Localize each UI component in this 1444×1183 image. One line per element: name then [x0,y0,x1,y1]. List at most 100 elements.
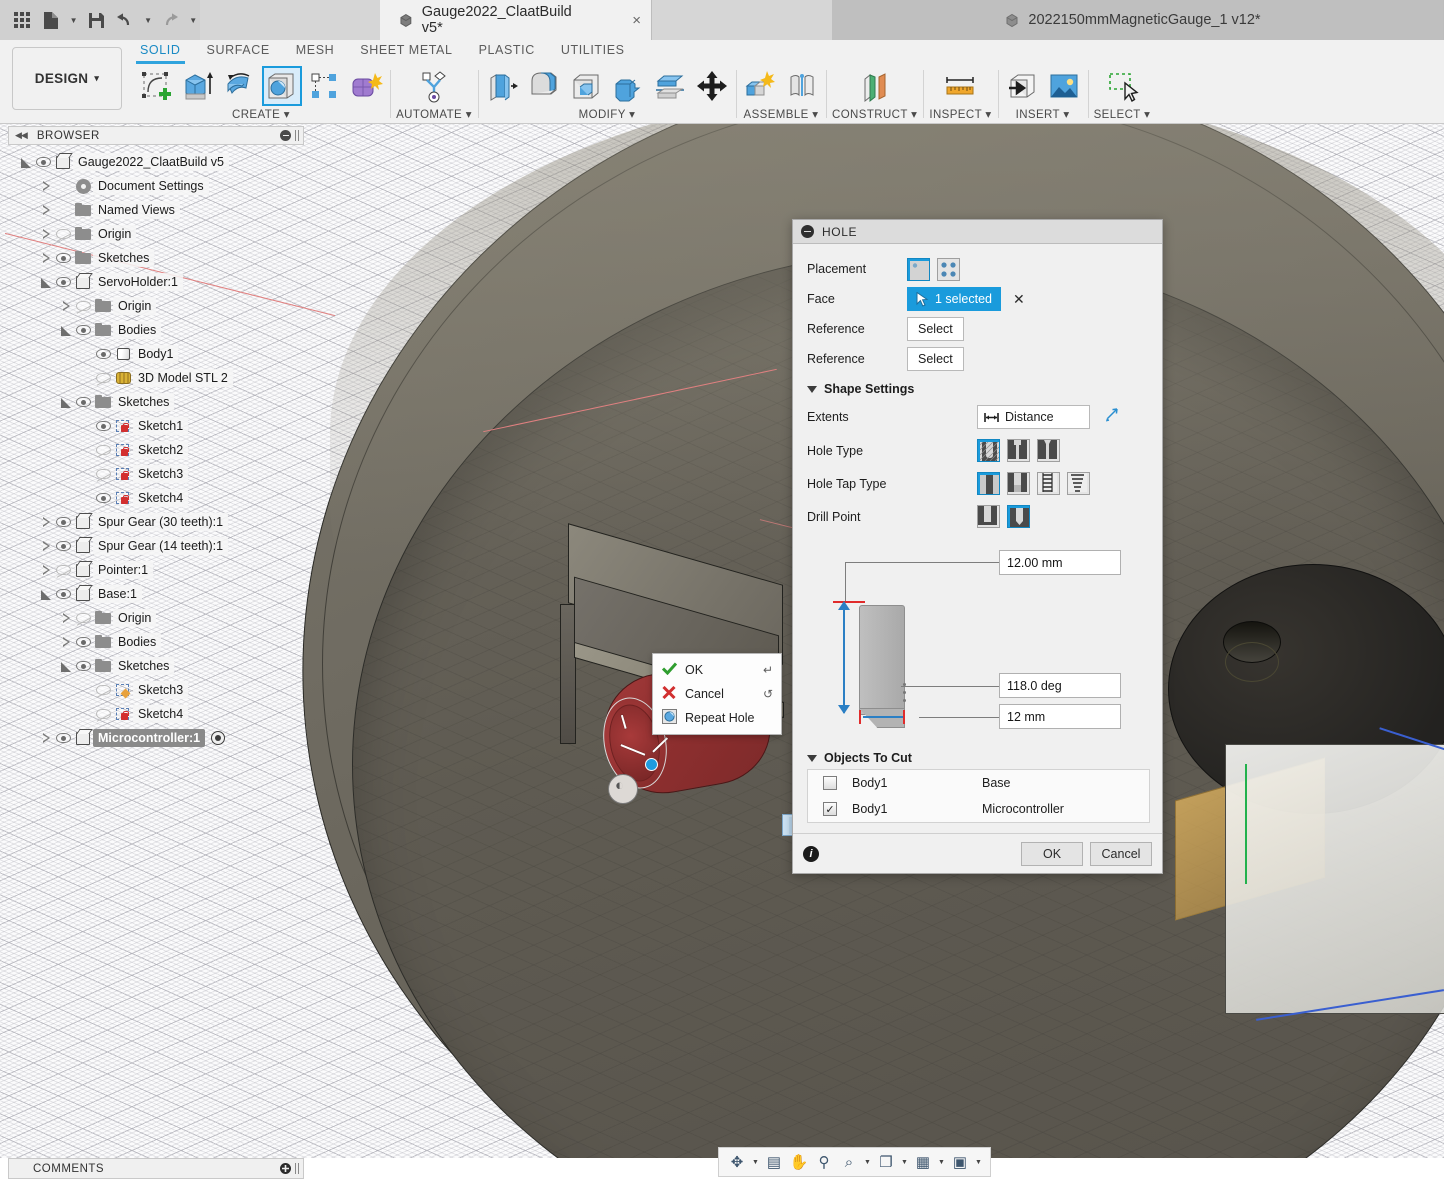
browser-minimize-icon[interactable] [280,130,291,141]
objects-to-cut-checkbox-0[interactable] [808,776,852,790]
ribbon-tab-solid[interactable]: SOLID [136,40,184,64]
expand-open-icon[interactable] [38,274,54,290]
document-tab-close-icon[interactable]: × [632,12,641,29]
expand-closed-icon[interactable] [38,514,54,530]
visibility-eye-icon[interactable] [74,322,94,338]
visibility-eye-icon[interactable] [34,154,54,170]
reference1-select-button[interactable]: Select [907,317,964,341]
browser-item-sketches[interactable]: Sketches [8,390,308,414]
add-comment-icon[interactable] [280,1163,291,1174]
orbit-icon-caret-icon[interactable]: ▼ [751,1152,760,1172]
info-icon[interactable]: i [803,845,819,862]
browser-item-sketch3[interactable]: Sketch3 [8,678,308,702]
combine-form-icon[interactable] [348,68,384,104]
extrude-icon[interactable] [180,68,216,104]
document-tab-1[interactable]: 2022150mmMagneticGauge_1 v12* [832,0,1444,40]
browser-item-microcontroller-1[interactable]: Microcontroller:1 [8,726,308,750]
visibility-eye-icon[interactable] [74,610,94,626]
visibility-eye-icon[interactable] [94,706,114,722]
browser-item-sketch4[interactable]: Sketch4 [8,486,308,510]
revolve-icon[interactable] [222,68,258,104]
visibility-eye-icon[interactable] [54,250,74,266]
browser-item-sketch3[interactable]: Sketch3 [8,462,308,486]
move-copy-icon[interactable] [694,68,730,104]
joint-icon[interactable] [784,68,820,104]
clearance-tap-icon[interactable] [1007,472,1030,495]
orbit-icon[interactable]: ✥ [726,1151,748,1173]
ribbon-tab-surface[interactable]: SURFACE [207,40,270,62]
browser-item-spur-gear-30-teeth-1[interactable]: Spur Gear (30 teeth):1 [8,510,308,534]
browser-item-document-settings[interactable]: Document Settings [8,174,308,198]
multiple-holes-icon[interactable] [937,257,960,281]
visibility-eye-icon[interactable] [94,466,114,482]
measure-icon[interactable] [942,68,978,104]
reference2-select-button[interactable]: Select [907,347,964,371]
visibility-eye-icon[interactable] [74,394,94,410]
visibility-eye-icon[interactable] [54,586,74,602]
objects-to-cut-checkbox-1[interactable]: ✓ [808,802,852,816]
visibility-eye-icon[interactable] [54,562,74,578]
angle-drill-point-icon[interactable] [1007,505,1030,528]
zoom-window-icon-caret-icon[interactable]: ▼ [863,1152,872,1172]
browser-item-sketches[interactable]: Sketches [8,246,308,270]
expand-closed-icon[interactable] [38,202,54,218]
new-document-caret-icon[interactable]: ▼ [67,5,81,35]
visibility-eye-icon[interactable] [54,226,74,242]
browser-grip-handle[interactable] [295,130,299,141]
expand-closed-icon[interactable] [58,634,74,650]
hole-diameter-field[interactable]: 12 mm [999,704,1121,729]
expand-closed-icon[interactable] [38,562,54,578]
fillet-icon[interactable] [526,68,562,104]
comments-panel-header[interactable]: COMMENTS [8,1158,304,1179]
zoom-icon[interactable]: ⚲ [813,1151,835,1173]
browser-item-sketch2[interactable]: Sketch2 [8,438,308,462]
edit-expression-icon[interactable] [1104,408,1119,426]
extents-dropdown[interactable]: Distance [977,405,1090,429]
ribbon-group-label-construct[interactable]: CONSTRUCT ▾ [832,107,917,121]
ribbon-group-label-create[interactable]: CREATE ▾ [232,107,290,121]
browser-item-origin[interactable]: Origin [8,222,308,246]
display-settings-icon[interactable]: ❐ [875,1151,897,1173]
expand-closed-icon[interactable] [58,298,74,314]
ok-button[interactable]: OK [1021,841,1083,866]
ribbon-tab-plastic[interactable]: PLASTIC [479,40,535,62]
visibility-eye-icon[interactable] [94,682,114,698]
drill-angle-field[interactable]: 118.0 deg [999,673,1121,698]
visibility-eye-icon[interactable] [54,538,74,554]
hole-depth-field[interactable]: 12.00 mm [999,550,1121,575]
redo-caret-icon[interactable]: ▼ [186,5,200,35]
new-component-icon[interactable] [742,68,778,104]
visibility-eye-icon[interactable] [74,298,94,314]
visibility-eye-icon[interactable] [94,442,114,458]
decal-icon[interactable] [1046,68,1082,104]
expand-closed-icon[interactable] [38,730,54,746]
browser-item-origin[interactable]: Origin [8,606,308,630]
browser-item-named-views[interactable]: Named Views [8,198,308,222]
window-selection-icon[interactable] [1104,68,1140,104]
grid-snaps-icon-caret-icon[interactable]: ▼ [937,1152,946,1172]
viewports-icon[interactable]: ▣ [949,1151,971,1173]
insert-derive-icon[interactable] [1004,68,1040,104]
ribbon-group-label-automate[interactable]: AUTOMATE ▾ [396,107,472,121]
visibility-eye-icon[interactable] [74,634,94,650]
visibility-eye-icon[interactable] [94,346,114,362]
browser-item-body1[interactable]: Body1 [8,342,308,366]
document-tab-0[interactable]: Gauge2022_ClaatBuild v5* × [380,0,652,40]
browser-item-origin[interactable]: Origin [8,294,308,318]
shell-icon[interactable] [568,68,604,104]
expand-open-icon[interactable] [58,322,74,338]
expand-open-icon[interactable] [38,586,54,602]
create-sketch-icon[interactable] [138,68,174,104]
ribbon-tab-utilities[interactable]: UTILITIES [561,40,625,62]
apps-grid-icon[interactable] [8,5,35,35]
hole-dialog[interactable]: HOLE Placement Face 1 selected ✕ Referen… [792,219,1163,874]
dialog-collapse-icon[interactable] [801,225,814,238]
visibility-eye-icon[interactable] [54,514,74,530]
grid-snaps-icon[interactable]: ▦ [912,1151,934,1173]
ribbon-group-label-select[interactable]: SELECT ▾ [1094,107,1151,121]
redo-icon[interactable] [157,5,184,35]
cancel-button[interactable]: Cancel [1090,841,1152,866]
ribbon-group-label-assemble[interactable]: ASSEMBLE ▾ [744,107,819,121]
browser-item-sketches[interactable]: Sketches [8,654,308,678]
expand-closed-icon[interactable] [58,610,74,626]
